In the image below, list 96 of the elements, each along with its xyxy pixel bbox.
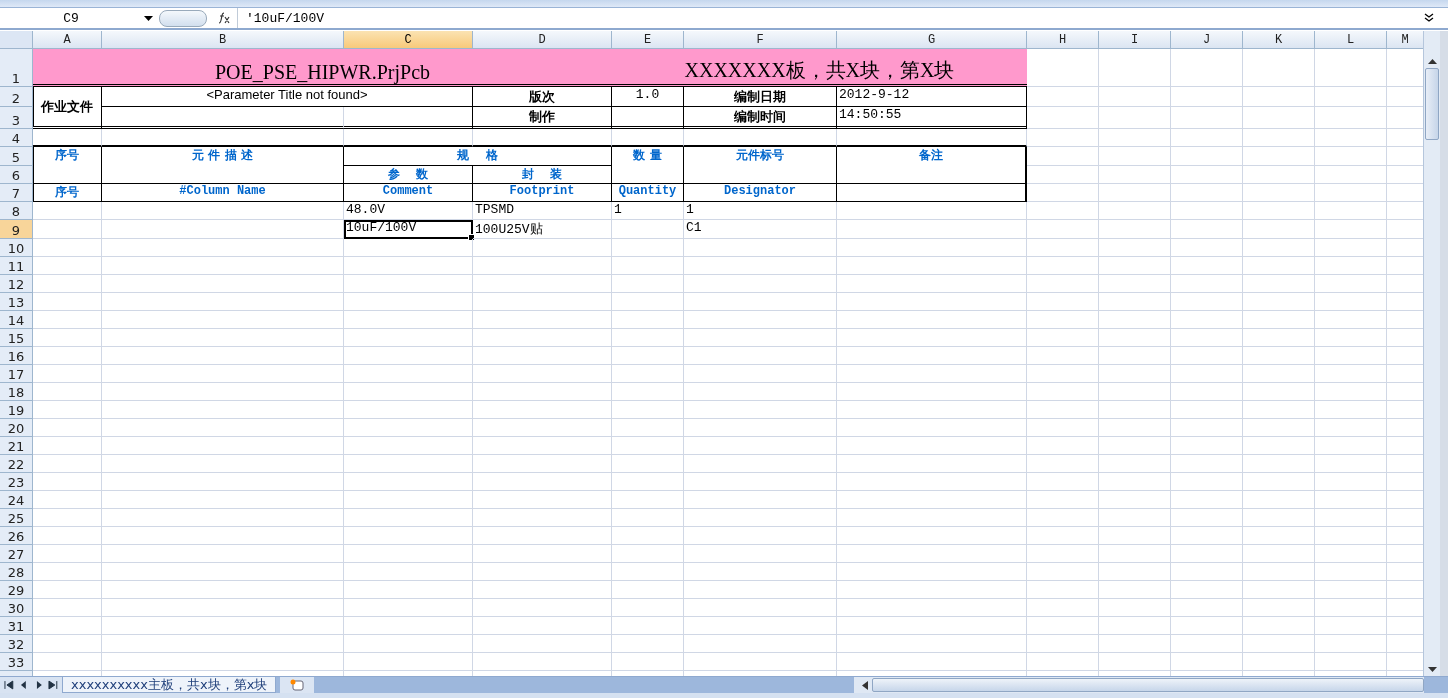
row-header[interactable]: 20 (0, 419, 33, 437)
column-heading: Quantity (618, 184, 677, 198)
vertical-scrollbar[interactable] (1423, 31, 1440, 676)
column-heading: #Column Name (179, 184, 266, 198)
column-heading: 序号 (55, 148, 79, 162)
sheet-title: XXXXXXX板，共X块，第X块 (684, 59, 955, 81)
field-label: 编制日期 (734, 88, 786, 104)
cell-text: <Parameter Title not found> (206, 87, 368, 102)
active-cell[interactable]: 10uF/100V (344, 220, 473, 239)
row-header[interactable]: 24 (0, 491, 33, 509)
row-header[interactable]: 26 (0, 527, 33, 545)
column-header[interactable]: F (684, 31, 837, 49)
formula-field[interactable]: '10uF/100V (238, 8, 1424, 28)
first-sheet-icon[interactable] (3, 680, 15, 690)
row-header[interactable]: 32 (0, 635, 33, 653)
new-sheet-icon (289, 679, 306, 691)
table-cell: 100U25V贴 (475, 222, 543, 237)
row-header[interactable]: 7 (0, 184, 33, 202)
scroll-left-icon[interactable] (862, 680, 869, 690)
row-header[interactable]: 22 (0, 455, 33, 473)
row-header[interactable]: 19 (0, 401, 33, 419)
field-label: 作业文件 (41, 98, 93, 114)
resize-handle[interactable] (159, 9, 207, 27)
row-header[interactable]: 9 (0, 220, 33, 239)
row-header[interactable]: 13 (0, 293, 33, 311)
table-cell: 2012-9-12 (839, 87, 910, 102)
scroll-thumb[interactable] (872, 678, 1424, 692)
column-heading: 封 装 (521, 167, 563, 181)
row-header[interactable]: 5 (0, 147, 33, 166)
row-header[interactable]: 14 (0, 311, 33, 329)
scroll-thumb[interactable] (1425, 68, 1439, 140)
table-cell: 1 (686, 202, 694, 217)
sheet-title: POE_PSE_HIPWR.PrjPcb (215, 61, 430, 83)
row-header[interactable]: 1 (0, 49, 33, 87)
column-header[interactable]: K (1243, 31, 1315, 49)
column-heading: Comment (382, 184, 434, 198)
row-header[interactable]: 4 (0, 129, 33, 147)
column-header[interactable]: H (1027, 31, 1099, 49)
column-heading: 序号 (55, 185, 79, 199)
scroll-down-icon[interactable] (1427, 667, 1437, 672)
row-header[interactable]: 21 (0, 437, 33, 455)
row-header[interactable]: 18 (0, 383, 33, 401)
row-header[interactable]: 33 (0, 653, 33, 671)
row-header[interactable]: 28 (0, 563, 33, 581)
row-header[interactable]: 6 (0, 166, 33, 184)
column-heading: Footprint (509, 184, 575, 198)
field-label: 版次 (529, 88, 555, 104)
column-header[interactable]: J (1171, 31, 1243, 49)
row-header[interactable]: 17 (0, 365, 33, 383)
column-heading: Designator (724, 184, 796, 198)
column-heading: 元件标号 (736, 148, 784, 162)
row-header[interactable]: 2 (0, 87, 33, 107)
table-cell: 10uF/100V (346, 220, 417, 235)
row-header[interactable]: 23 (0, 473, 33, 491)
row-header[interactable]: 8 (0, 202, 33, 220)
row-header[interactable]: 12 (0, 275, 33, 293)
field-label: 编制时间 (734, 108, 786, 124)
column-heading: 备注 (919, 148, 943, 162)
table-cell: C1 (686, 220, 702, 235)
column-header[interactable]: I (1099, 31, 1171, 49)
last-sheet-icon[interactable] (47, 680, 59, 690)
row-header[interactable]: 3 (0, 107, 33, 129)
column-heading: 参 数 (387, 167, 429, 181)
row-header[interactable]: 29 (0, 581, 33, 599)
row-header[interactable]: 16 (0, 347, 33, 365)
expand-icon[interactable] (1424, 13, 1434, 23)
column-header[interactable]: C (344, 31, 473, 49)
column-header[interactable]: L (1315, 31, 1387, 49)
column-header[interactable]: D (473, 31, 612, 49)
row-header[interactable]: 27 (0, 545, 33, 563)
column-header[interactable]: G (837, 31, 1027, 49)
column-header[interactable]: A (33, 31, 102, 49)
dropdown-icon[interactable] (144, 15, 153, 21)
column-header[interactable]: B (102, 31, 344, 49)
column-heading: 数 量 (633, 148, 662, 162)
fill-handle[interactable] (468, 234, 475, 241)
column-heading: 元 件 描 述 (192, 148, 253, 162)
sheet-tab[interactable]: xxxxxxxxxx主板，共x块，第x块 (62, 677, 277, 693)
row-header[interactable]: 31 (0, 617, 33, 635)
horizontal-scrollbar[interactable] (854, 677, 1424, 693)
row-header[interactable]: 15 (0, 329, 33, 347)
table-cell: 48.0V (346, 202, 385, 217)
table-cell: 14:50:55 (839, 107, 902, 122)
row-header[interactable]: 11 (0, 257, 33, 275)
table-cell: 1 (614, 202, 622, 217)
column-header[interactable]: M (1387, 31, 1423, 49)
scroll-up-icon[interactable] (1427, 59, 1437, 64)
column-header[interactable]: E (612, 31, 684, 49)
column-heading: 规 格 (457, 148, 498, 162)
table-cell: TPSMD (475, 202, 514, 217)
row-header[interactable]: 25 (0, 509, 33, 527)
name-box[interactable]: C9 (0, 8, 142, 28)
table-cell: 1.0 (635, 87, 660, 102)
row-header[interactable]: 30 (0, 599, 33, 617)
field-label: 制作 (529, 108, 555, 124)
row-header[interactable]: 10 (0, 239, 33, 257)
